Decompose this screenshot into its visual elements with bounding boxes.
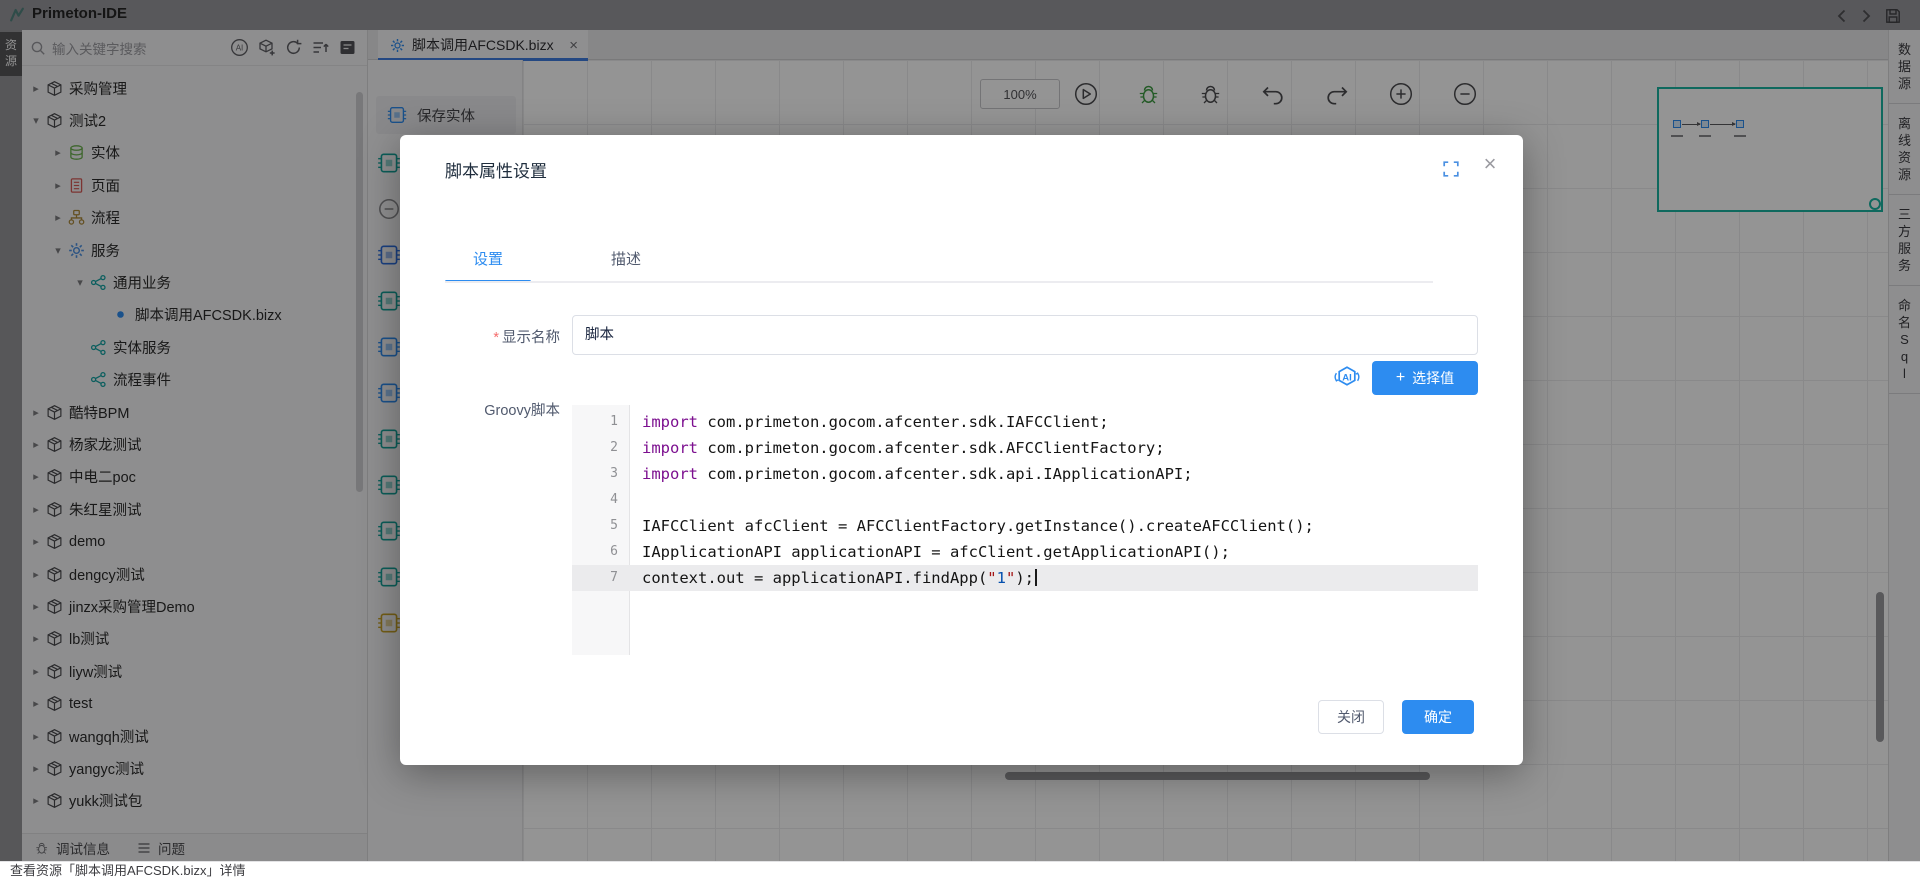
line-number: 1	[572, 409, 630, 435]
maximize-icon[interactable]	[1442, 160, 1460, 178]
code-line: 6 IApplicationAPI applicationAPI = afcCl…	[572, 539, 1478, 565]
dialog-title: 脚本属性设置	[445, 157, 547, 182]
text-cursor	[1035, 569, 1037, 586]
code-line: 7 context.out = applicationAPI.findApp("…	[572, 565, 1478, 591]
svg-text:AI: AI	[1342, 372, 1352, 383]
ok-button[interactable]: 确定	[1402, 700, 1474, 734]
groovy-script-label: Groovy脚本	[445, 399, 560, 420]
code-line: 1 import com.primeton.gocom.afcenter.sdk…	[572, 409, 1478, 435]
ai-assistant-icon[interactable]: AI	[1333, 363, 1361, 391]
select-value-button[interactable]: +选择值	[1372, 361, 1478, 395]
code-line: 3 import com.primeton.gocom.afcenter.sdk…	[572, 461, 1478, 487]
line-number: 4	[572, 487, 630, 513]
close-button[interactable]: 关闭	[1318, 700, 1384, 734]
title-bar: Primeton-IDE	[0, 0, 1920, 30]
status-bar: 查看资源「脚本调用AFCSDK.bizx」详情	[0, 861, 1920, 880]
line-number: 6	[572, 539, 630, 565]
dialog-tabs: 设置 描述	[445, 243, 669, 283]
app-window: Primeton-IDE 资源 输入关键字搜索 AI ▸ 采购管理 ▾ 测试2 …	[0, 0, 1920, 880]
line-number: 2	[572, 435, 630, 461]
line-number: 5	[572, 513, 630, 539]
code-line: 5 IAFCClient afcClient = AFCClientFactor…	[572, 513, 1478, 539]
code-line: 2 import com.primeton.gocom.afcenter.sdk…	[572, 435, 1478, 461]
status-text: 查看资源「脚本调用AFCSDK.bizx」详情	[10, 863, 245, 878]
app-logo-icon	[8, 6, 26, 24]
save-icon[interactable]	[1884, 7, 1902, 25]
line-number: 3	[572, 461, 630, 487]
script-properties-dialog: 脚本属性设置 × 设置 描述 *显示名称 脚本 Groovy脚本 AI +选择值…	[400, 135, 1523, 765]
tab-settings[interactable]: 设置	[445, 243, 531, 283]
close-icon[interactable]: ×	[1478, 152, 1502, 176]
tab-description[interactable]: 描述	[583, 243, 669, 283]
line-number: 7	[572, 565, 630, 591]
nav-back-icon[interactable]	[1833, 7, 1851, 25]
groovy-code-editor[interactable]: 1 import com.primeton.gocom.afcenter.sdk…	[572, 405, 1478, 655]
nav-forward-icon[interactable]	[1857, 7, 1875, 25]
display-name-input[interactable]: 脚本	[572, 315, 1478, 355]
display-name-label: *显示名称	[445, 326, 560, 347]
app-title: Primeton-IDE	[32, 5, 127, 22]
code-line: 4	[572, 487, 1478, 513]
